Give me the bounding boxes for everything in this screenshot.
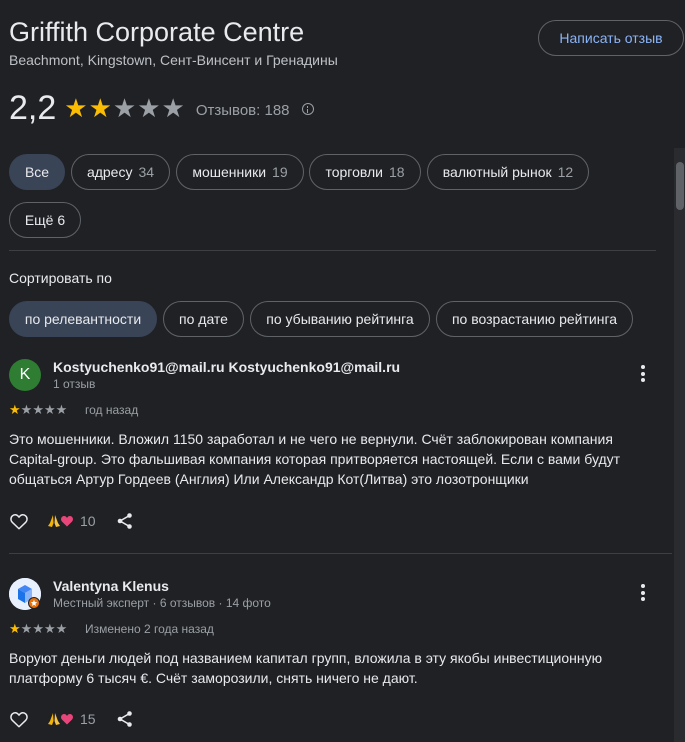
star-icon: ★: [32, 621, 44, 636]
star-icon: ★: [43, 621, 56, 636]
review-stars: ★ ★ ★ ★ ★: [9, 403, 67, 416]
avatar[interactable]: K: [9, 359, 41, 391]
like-icon[interactable]: [9, 710, 29, 728]
sort-date[interactable]: по дате: [163, 301, 244, 337]
more-options-icon[interactable]: [639, 584, 647, 604]
sort-relevance[interactable]: по релевантности: [9, 301, 157, 337]
chip-label: адресу: [86, 164, 133, 180]
rating-stars: ★ ★ ★ ★ ★: [64, 95, 186, 121]
sort-rating-desc[interactable]: по убыванию рейтинга: [250, 301, 430, 337]
share-icon[interactable]: [116, 512, 134, 530]
write-review-button[interactable]: Написать отзыв: [538, 20, 684, 56]
review-actions: 10: [9, 509, 134, 533]
star-icon: ★: [9, 621, 21, 636]
like-icon[interactable]: [9, 512, 29, 530]
more-options-icon[interactable]: [639, 365, 647, 385]
star-icon: ★: [112, 93, 137, 123]
sort-rating-asc[interactable]: по возрастанию рейтинга: [436, 301, 633, 337]
avatar[interactable]: [9, 578, 41, 610]
review-date: год назад: [85, 403, 139, 417]
star-icon: ★: [64, 93, 88, 123]
filter-chip-all[interactable]: Все: [9, 154, 65, 190]
star-icon: ★: [55, 621, 68, 636]
star-icon: ★: [43, 402, 56, 417]
filter-chip-scammers[interactable]: мошенники 19: [176, 154, 304, 190]
star-icon: ★: [55, 402, 68, 417]
review-actions: 15: [9, 707, 134, 731]
review-text: Воруют деньги людей под названием капита…: [9, 650, 603, 686]
chip-label: Ещё 6: [24, 212, 66, 228]
chip-count: 34: [138, 164, 155, 180]
divider: [9, 553, 672, 554]
divider: [9, 250, 656, 251]
review-card: Valentyna Klenus Местный эксперт · 6 отз…: [9, 578, 669, 742]
sort-label: Сортировать по: [9, 270, 112, 286]
review-card: K Kostyuchenko91@mail.ru Kostyuchenko91@…: [9, 359, 669, 539]
chip-label: по релевантности: [24, 311, 142, 327]
reactions-count: 15: [80, 711, 96, 727]
place-address: Beachmont, Kingstown, Сент-Винсент и Гре…: [9, 52, 338, 68]
star-icon: ★: [20, 402, 33, 417]
star-icon: ★: [9, 402, 21, 417]
review-author[interactable]: Valentyna Klenus: [53, 578, 169, 594]
reactions-count: 10: [80, 513, 96, 529]
star-icon: ★: [161, 93, 185, 123]
pray-icon: [48, 515, 60, 527]
chip-label: валютный рынок: [442, 164, 552, 180]
star-icon: ★: [137, 93, 161, 123]
review-author[interactable]: Kostyuchenko91@mail.ru Kostyuchenko91@ma…: [53, 359, 400, 375]
chip-count: 12: [557, 164, 574, 180]
heart-icon: [61, 516, 73, 527]
review-date: Изменено 2 года назад: [85, 622, 214, 636]
chip-label: по дате: [179, 311, 228, 327]
chip-label: по убыванию рейтинга: [266, 311, 414, 327]
chip-label: Все: [24, 164, 50, 180]
chip-count: 18: [388, 164, 405, 180]
star-icon: ★: [20, 621, 33, 636]
review-text: Это мошенники. Вложил 1150 заработал и н…: [9, 431, 621, 487]
rating-summary: 2,2 ★ ★ ★ ★ ★ Отзывов: 188: [9, 88, 314, 128]
chip-label: торговли: [325, 164, 383, 180]
review-author-meta: 1 отзыв: [53, 377, 96, 391]
star-icon: ★: [32, 402, 44, 417]
filter-chip-address[interactable]: адресу 34: [71, 154, 170, 190]
review-stars: ★ ★ ★ ★ ★: [9, 622, 67, 635]
reactions-icons: [47, 712, 74, 726]
info-icon[interactable]: [301, 103, 314, 115]
scrollbar-thumb[interactable]: [676, 162, 684, 210]
place-title: Griffith Corporate Centre: [9, 17, 305, 47]
share-icon[interactable]: [116, 710, 134, 728]
pray-icon: [48, 713, 60, 725]
rating-value: 2,2: [9, 88, 57, 127]
scrollbar[interactable]: [674, 148, 685, 742]
heart-icon: [61, 714, 73, 725]
filter-chip-trading[interactable]: торговли 18: [309, 154, 421, 190]
filter-chip-forex[interactable]: валютный рынок 12: [427, 154, 589, 190]
chip-label: по возрастанию рейтинга: [451, 311, 618, 327]
reactions-icons: [47, 514, 74, 528]
avatar-image: [9, 578, 41, 610]
chip-count: 19: [272, 164, 288, 180]
review-author-meta: Местный эксперт · 6 отзывов · 14 фото: [53, 596, 271, 610]
star-icon: ★: [88, 93, 112, 123]
reviews-count: Отзывов: 188: [195, 101, 290, 119]
chip-label: мошенники: [192, 164, 267, 180]
filter-chip-more[interactable]: Ещё 6: [9, 202, 81, 238]
